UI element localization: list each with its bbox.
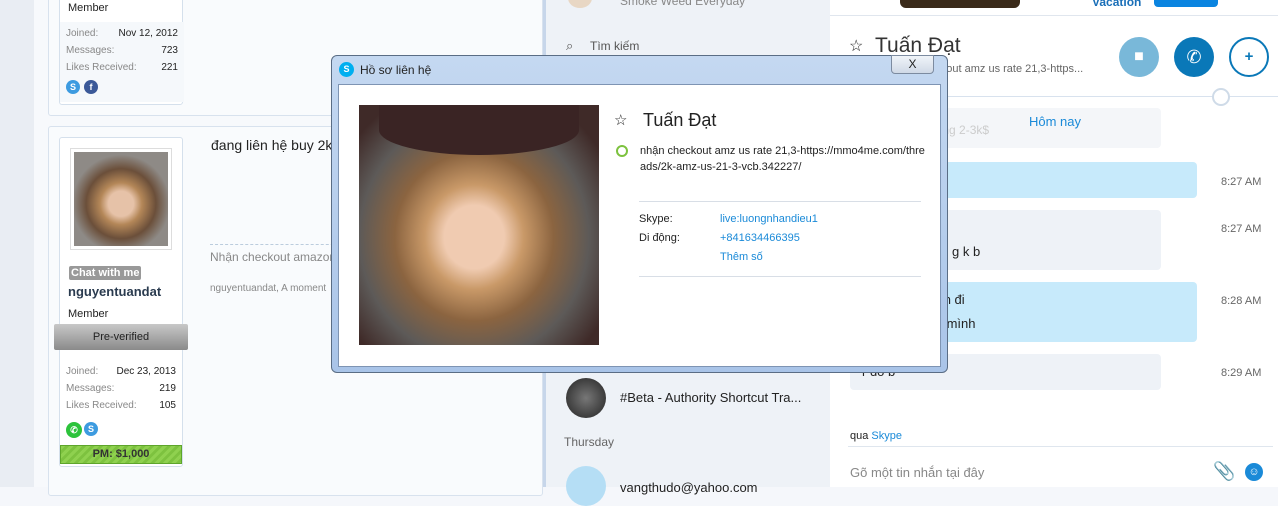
dialog-contact-name: Tuấn Đạt — [643, 110, 717, 130]
user-role: Member — [68, 308, 109, 320]
page-gutter — [0, 0, 34, 487]
banner-text[interactable]: Vacation — [1092, 0, 1141, 9]
search-icon[interactable]: ⌕ — [566, 38, 573, 54]
likes-value: 221 — [161, 62, 178, 73]
section-header: Thursday — [564, 435, 615, 449]
signature: Nhận checkout amazon — [210, 250, 337, 264]
user-role: Member — [68, 2, 109, 14]
add-contact-button[interactable]: + — [1229, 37, 1269, 77]
group-avatar — [566, 378, 606, 418]
skype-id-link[interactable]: live:luongnhandieu1 — [720, 213, 818, 225]
dialog-mood: nhận checkout amz us rate 21,3-https://m… — [640, 145, 925, 173]
video-call-button[interactable]: ■ — [1119, 37, 1159, 77]
likes-label: Likes Received: — [66, 62, 137, 73]
message-time: 8:28 AM — [1221, 295, 1262, 307]
banner-image — [900, 0, 1020, 8]
dialog-title: Hồ sơ liên hệ — [360, 63, 432, 77]
mobile-label: Di động: — [639, 232, 680, 244]
messages-value: 723 — [161, 45, 178, 56]
via-skype-link[interactable]: Skype — [871, 430, 902, 442]
chat-with-me-badge[interactable]: Chat with me — [69, 266, 142, 280]
user-card-2: Chat with me nguyentuandat Member Pre-ve… — [54, 137, 188, 467]
search-input[interactable]: Tìm kiếm — [590, 39, 639, 53]
pm-badge[interactable]: PM: $1,000 — [60, 445, 182, 464]
joined-label: Joined: — [66, 28, 99, 39]
post-title: đang liên hệ buy 2k$ — [211, 137, 341, 153]
message-input[interactable]: Gõ một tin nhắn tại đây — [850, 465, 984, 480]
message-time: 8:27 AM — [1221, 176, 1262, 188]
joined-value: Nov 12, 2012 — [118, 28, 179, 39]
messages-value: 219 — [159, 383, 176, 394]
user-card-1: Member Joined: Nov 12, 2012 Messages: 72… — [59, 0, 184, 105]
likes-label: Likes Received: — [66, 400, 137, 411]
globe-icon — [1212, 88, 1230, 106]
messages-label: Messages: — [66, 383, 115, 394]
contact-avatar — [566, 466, 606, 506]
skype-icon[interactable]: S — [66, 80, 80, 94]
skype-logo-icon: S — [339, 62, 354, 77]
username[interactable]: nguyentuandat — [68, 284, 161, 299]
message-time: 8:27 AM — [1221, 223, 1262, 235]
close-button[interactable]: X — [891, 55, 934, 74]
contact-item[interactable]: #Beta - Authority Shortcut Tra... — [620, 390, 801, 405]
attach-icon[interactable]: 📎 — [1213, 461, 1235, 482]
joined-label: Joined: — [66, 366, 99, 377]
message-text: g k b — [952, 244, 981, 259]
phone-icon[interactable]: ✆ — [66, 422, 82, 438]
add-number-link[interactable]: Thêm số — [720, 251, 763, 263]
date-divider: Hôm nay — [1029, 114, 1082, 129]
dialog-body: ☆ Tuấn Đạt nhận checkout amz us rate 21,… — [338, 84, 941, 367]
facebook-icon[interactable]: f — [84, 80, 98, 94]
status-online-icon — [616, 145, 628, 157]
favorite-star-icon[interactable]: ☆ — [614, 111, 627, 129]
likes-value: 105 — [159, 400, 176, 411]
contact-item[interactable]: vangthudo@yahoo.com — [620, 480, 758, 495]
contact-avatar — [568, 0, 592, 8]
mobile-number-link[interactable]: +841634466395 — [720, 232, 800, 244]
contact-item-top[interactable]: Smoke Weed Everyday — [620, 0, 745, 8]
message-time: 8:29 AM — [1221, 367, 1262, 379]
call-button[interactable]: ✆ — [1174, 37, 1214, 77]
favorite-star-icon[interactable]: ☆ — [849, 36, 863, 56]
messages-label: Messages: — [66, 45, 115, 56]
emoticon-icon[interactable]: ☺ — [1245, 463, 1263, 481]
contact-photo — [359, 105, 599, 345]
via-label: qua Skype — [850, 430, 902, 442]
pre-verified-banner: Pre-verified — [54, 324, 188, 350]
joined-value: Dec 23, 2013 — [116, 366, 177, 377]
skype-label: Skype: — [639, 213, 673, 225]
skype-icon[interactable]: S — [84, 422, 98, 436]
banner-button[interactable] — [1154, 0, 1218, 7]
contact-profile-dialog: S Hồ sơ liên hệ X ☆ Tuấn Đạt nhận checko… — [331, 55, 948, 373]
user-avatar[interactable] — [70, 148, 172, 250]
post-footer[interactable]: nguyentuandat, A moment — [210, 283, 326, 294]
